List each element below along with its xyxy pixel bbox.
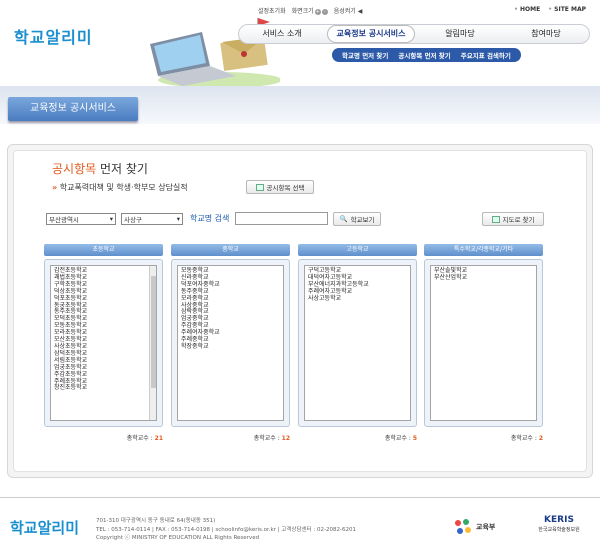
- moe-emblem-icon: [455, 519, 471, 534]
- footer-logo: 학교알리미: [10, 519, 80, 537]
- school-listbox[interactable]: 모동중학교 신라중학교 덕포여자중학교 동주중학교 모라중학교 사상중학교 삼락중학교 엄궁중…: [177, 265, 284, 421]
- moe-logo: 교육부: [452, 514, 510, 540]
- select-item-button[interactable]: 공시항목 선택: [246, 180, 314, 194]
- map-icon: [491, 215, 500, 223]
- school-count-value: 5: [412, 435, 417, 442]
- city-value: 부산광역시: [49, 216, 79, 224]
- school-count: 총학교수 : 12: [171, 433, 290, 442]
- school-list-box: 구덕고등학교 대덕여자고등학교 부산에너지과학고등학교 주례여자고등학교 사상고등학교: [298, 259, 417, 427]
- nav-participation[interactable]: 참여마당: [503, 26, 589, 42]
- school-count-value: 12: [281, 435, 290, 442]
- school-column: 특수학교/각종학교/기타부산솔빛학교 부산산업학교총학교수 : 2: [424, 244, 543, 442]
- school-count: 총학교수 : 21: [44, 433, 163, 442]
- footer-info: 701-310 대구광역시 동구 동내로 64(동내동 351) TEL : 0…: [96, 517, 356, 543]
- school-option[interactable]: 창진초등학교: [54, 385, 153, 392]
- search-label: 학교명 검색: [190, 214, 230, 223]
- sound-toggle[interactable]: 음성켜기 ◀: [334, 6, 363, 15]
- moe-label: 교육부: [476, 523, 496, 531]
- select-item-label: 공시항목 선택: [266, 184, 305, 192]
- section-title-tab: 교육정보 공시서비스: [8, 97, 138, 121]
- footer-divider: [0, 497, 600, 498]
- school-option[interactable]: 사상고등학교: [308, 295, 407, 303]
- top-links: HOME SITE MAP: [514, 6, 586, 13]
- keris-sub-label: 한국교육학술정보원: [538, 527, 580, 533]
- school-count-value: 2: [538, 435, 543, 442]
- main-nav: 서비스 소개 교육정보 공시서비스 알림마당 참여마당: [238, 24, 590, 44]
- map-search-button[interactable]: 지도로 찾기: [482, 212, 544, 226]
- school-column: 초등학교감전초등학교 괘법초등학교 구학초등학교 덕상초등학교 덕포초등학교 동궁초등학교…: [44, 244, 163, 442]
- zoom-control[interactable]: 화면크기 + -: [292, 6, 328, 15]
- selected-item-label: 학교폭력대책 및 학생·학부모 상담실적: [59, 183, 188, 192]
- scrollbar[interactable]: [149, 266, 156, 420]
- column-header: 중학교: [171, 244, 290, 256]
- school-list-box: 감전초등학교 괘법초등학교 구학초등학교 덕상초등학교 덕포초등학교 동궁초등학교 동주초등…: [44, 259, 163, 427]
- subnav-find-by-item[interactable]: 공시항목 먼저 찾기: [398, 50, 450, 60]
- school-listbox[interactable]: 부산솔빛학교 부산산업학교: [430, 265, 537, 421]
- school-count-label: 총학교수 :: [126, 435, 153, 442]
- footer-contact: TEL : 053-714-0114 | FAX : 053-714-0198 …: [96, 526, 356, 533]
- school-option[interactable]: 부산산업학교: [434, 274, 533, 282]
- district-value: 사상구: [124, 216, 142, 224]
- school-list-box: 부산솔빛학교 부산산업학교: [424, 259, 543, 427]
- sound-label: 음성켜기: [333, 8, 356, 15]
- zoom-label: 화면크기: [291, 8, 314, 15]
- keris-logo: KERIS 한국교육학술정보원: [524, 514, 594, 540]
- speaker-icon: ◀: [357, 8, 363, 15]
- school-column: 중학교모동중학교 신라중학교 덕포여자중학교 동주중학교 모라중학교 사상중학교 삼락중학교…: [171, 244, 290, 442]
- footer-address: 701-310 대구광역시 동구 동내로 64(동내동 351): [96, 518, 216, 524]
- site-logo[interactable]: 학교알리미: [14, 24, 93, 48]
- city-select[interactable]: 부산광역시 ▾: [46, 213, 116, 225]
- sub-nav: 학교명 먼저 찾기 공시항목 먼저 찾기 주요지표 검색하기: [332, 48, 521, 62]
- school-count-value: 21: [154, 435, 163, 442]
- view-school-label: 학교보기: [350, 216, 375, 224]
- double-arrow-icon: »: [52, 183, 58, 192]
- magnifier-icon: 🔍: [339, 215, 348, 223]
- list-icon: [255, 183, 264, 191]
- school-column: 고등학교구덕고등학교 대덕여자고등학교 부산에너지과학고등학교 주례여자고등학교 사상고…: [298, 244, 417, 442]
- school-count: 총학교수 : 5: [298, 433, 417, 442]
- subnav-key-indicators[interactable]: 주요지표 검색하기: [461, 50, 511, 60]
- column-header: 고등학교: [298, 244, 417, 256]
- sitemap-link[interactable]: SITE MAP: [548, 6, 586, 13]
- selected-item: » 학교폭력대책 및 학생·학부모 상담실적: [52, 182, 188, 193]
- column-header: 초등학교: [44, 244, 163, 256]
- column-header: 특수학교/각종학교/기타: [424, 244, 543, 256]
- zoom-out-icon[interactable]: -: [321, 9, 328, 15]
- school-count: 총학교수 : 2: [424, 433, 543, 442]
- chevron-down-icon: ▾: [176, 215, 180, 223]
- zoom-in-icon[interactable]: +: [314, 9, 321, 15]
- school-list-box: 모동중학교 신라중학교 덕포여자중학교 동주중학교 모라중학교 사상중학교 삼락중학교 엄궁중…: [171, 259, 290, 427]
- keris-label: KERIS: [544, 515, 574, 525]
- page-title-rest: 먼저 찾기: [96, 162, 148, 176]
- subnav-find-by-school[interactable]: 학교명 먼저 찾기: [342, 50, 388, 60]
- school-count-label: 총학교수 :: [510, 435, 537, 442]
- school-count-label: 총학교수 :: [253, 435, 280, 442]
- page-title-highlight: 공시항목: [52, 162, 97, 176]
- school-search-input[interactable]: [235, 212, 328, 225]
- school-listbox[interactable]: 구덕고등학교 대덕여자고등학교 부산에너지과학고등학교 주례여자고등학교 사상고등학교: [304, 265, 411, 421]
- school-option[interactable]: 학장중학교: [181, 343, 280, 351]
- chevron-down-icon: ▾: [109, 215, 113, 223]
- page-title: 공시항목 먼저 찾기: [52, 160, 148, 177]
- nav-notice[interactable]: 알림마당: [417, 26, 503, 42]
- nav-edu-info-service[interactable]: 교육정보 공시서비스: [327, 25, 415, 43]
- view-school-button[interactable]: 🔍 학교보기: [333, 212, 381, 226]
- map-search-label: 지도로 찾기: [502, 216, 535, 224]
- district-select[interactable]: 사상구 ▾: [121, 213, 183, 225]
- home-link[interactable]: HOME: [514, 6, 540, 13]
- school-count-label: 총학교수 :: [384, 435, 411, 442]
- scrollbar-thumb[interactable]: [151, 276, 156, 388]
- nav-service-intro[interactable]: 서비스 소개: [239, 26, 325, 42]
- footer-copyright: Copyright ⓒ MINISTRY OF EDUCATION ALL Ri…: [96, 535, 260, 541]
- school-listbox[interactable]: 감전초등학교 괘법초등학교 구학초등학교 덕상초등학교 덕포초등학교 동궁초등학교 동주초등…: [50, 265, 157, 421]
